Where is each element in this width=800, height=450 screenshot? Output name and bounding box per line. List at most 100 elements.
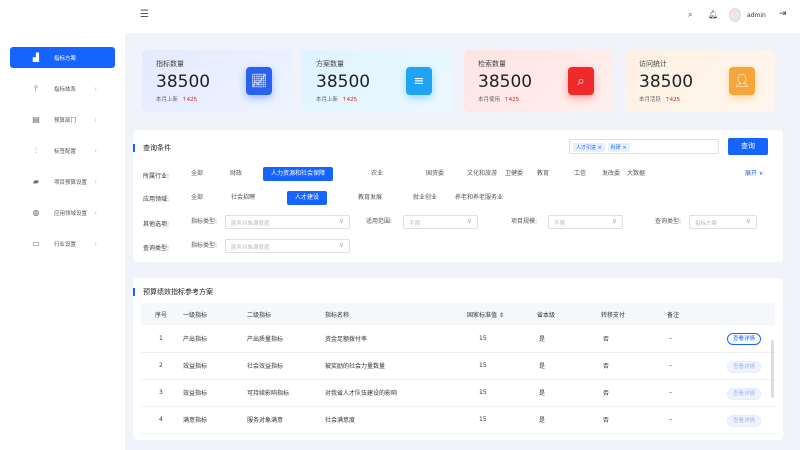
sidebar-item-3[interactable]: ⫶ 标签配置 › (10, 140, 115, 161)
chevron-right-icon: › (94, 239, 97, 248)
table-cell: 对我省人才队伍建设的影响 (325, 379, 467, 407)
table-cell: 可持续影响指标 (247, 379, 325, 407)
industry-option[interactable]: 卫健委 (505, 167, 523, 181)
chevron-right-icon: › (94, 146, 97, 155)
industry-option[interactable]: 全部 (191, 167, 203, 181)
chevron-right-icon: › (94, 115, 97, 124)
filter-label: 适用范围: (366, 218, 393, 225)
view-details-button[interactable]: 查看详情 (727, 360, 762, 373)
sliders-icon: ⫶ (35, 145, 37, 155)
expand-button[interactable]: 展开 ∨ (745, 167, 763, 181)
table-row: 1 产出指标 产出质量指标 资金足额拨付率 15 是否 – 查看详情 (141, 325, 775, 353)
domain-option[interactable]: 就业创业 (413, 191, 437, 205)
query-panel: 查询条件 人才引进 × 科研 × 查询 所属行业: 全部 财政 人力资源和社会保障 农业… (133, 130, 783, 262)
column-header: 转移支付 (601, 303, 667, 325)
filter-select[interactable]: 不限 ∨ (403, 215, 478, 229)
card-sub: 本月使用 (478, 97, 501, 103)
column-header: 二级指标 (247, 303, 325, 325)
table-cell: 是 (537, 352, 601, 380)
column-header[interactable]: 国家标准值 ⇕ (467, 303, 537, 325)
table-cell: 15 (467, 406, 537, 434)
tag-chip[interactable]: 科研 × (607, 143, 630, 152)
domain-option[interactable]: 养老和养老服务业 (455, 191, 503, 205)
table-cell: – (667, 379, 727, 407)
top-header: ☰ ⌕ 🔔︎ admin ⇥ (125, 0, 800, 33)
menu-toggle-icon[interactable]: ☰ (140, 9, 149, 20)
domain-option[interactable]: 教育发展 (358, 191, 382, 205)
domain-option[interactable]: 全部 (191, 191, 203, 205)
card-delta: ↑425 (504, 97, 520, 103)
domain-option[interactable]: 人才建设 (287, 191, 328, 205)
filter-select[interactable]: 指标方案 ∨ (689, 215, 757, 229)
industry-option[interactable]: 教育 (537, 167, 549, 181)
hierarchy-icon: ⫯ (34, 83, 38, 93)
card-sub: 本月上新 (156, 97, 179, 103)
industry-option[interactable]: 国资委 (426, 167, 444, 181)
search-icon[interactable]: ⌕ (688, 10, 692, 20)
sidebar-item-1[interactable]: ⫯ 指标体系 › (10, 78, 115, 99)
industry-option[interactable]: 发改委 (602, 167, 620, 181)
table-cell: 资金足额拨付率 (325, 325, 467, 353)
card-delta: ↑425 (342, 97, 358, 103)
table-cell: 15 (467, 352, 537, 380)
view-details-button[interactable]: 查看详情 (727, 387, 762, 400)
sidebar-item-0[interactable]: ▟ 指标方案 (10, 47, 115, 68)
sidebar-item-6[interactable]: ▭ 行业设置 › (10, 233, 115, 254)
username[interactable]: admin (747, 12, 766, 19)
industry-option[interactable]: 人力资源和社会保障 (263, 167, 334, 181)
table-cell: 2 (141, 352, 183, 380)
query-type-label: 查询类型: (143, 245, 170, 252)
table-cell: 3 (141, 379, 183, 407)
table-cell: 社会满意度 (325, 406, 467, 434)
view-details-button[interactable]: 查看详情 (727, 333, 762, 346)
filter-label: 指标类型: (191, 218, 218, 225)
filter-select[interactable]: 不限 ∨ (548, 215, 623, 229)
table-cell: 是 (537, 406, 601, 434)
column-header (727, 303, 775, 325)
table-cell: 否 (601, 352, 667, 380)
table-cell: 15 (467, 379, 537, 407)
table-cell: 效益指标 (183, 352, 247, 380)
card-sub: 本月上新 (316, 97, 339, 103)
table-cell: 1 (141, 325, 183, 353)
industry-option[interactable]: 农业 (371, 167, 383, 181)
industry-option[interactable]: 工信 (574, 167, 586, 181)
chevron-right-icon: › (94, 208, 97, 217)
filter-label: 指标类型: (191, 242, 218, 249)
industry-option[interactable]: 文化和旅游 (467, 167, 497, 181)
table-row: 4 满意指标 服务对象满意 社会满意度 15 是否 – 查看详情 (141, 406, 775, 434)
sidebar-item-4[interactable]: ▰ 项目预算设置 › (10, 171, 115, 192)
column-header: 备注 (667, 303, 727, 325)
table-cell: 是 (537, 379, 601, 407)
scrollbar[interactable] (771, 340, 774, 398)
column-header: 指标名称 (325, 303, 467, 325)
view-details-button[interactable]: 查看详情 (727, 414, 762, 427)
search-button[interactable]: 查询 (728, 138, 768, 155)
table-cell: 15 (467, 325, 537, 353)
table-row: 2 效益指标 社会效益指标 被奖励的社会力量数量 15 是否 – 查看详情 (141, 352, 775, 380)
table-cell: 4 (141, 406, 183, 434)
avatar[interactable] (729, 8, 741, 22)
filter-select[interactable]: 服务对象满意度 ∨ (225, 215, 350, 229)
industry-option[interactable]: 大数据 (627, 167, 645, 181)
indicator-table: 序号 一级指标 二级指标 指标名称 国家标准值 ⇕ 省本级 转移支付 备注 1 产出指标 产出质量指… (141, 303, 775, 434)
table-panel: 预算绩效指标参考方案 序号 一级指标 二级指标 指标名称 国家标准值 ⇕ 省本级 转移支付备… (133, 278, 783, 440)
industry-option[interactable]: 财政 (230, 167, 242, 181)
sidebar: ▟ 指标方案 ⫯ 指标体系 › ▤ 预算部门 › ⫶ 标签配置 › ▰ 项目预算设置 › ◍ 应用领域设置 › ▭… (0, 0, 125, 450)
domain-option[interactable]: 社会招聘 (231, 191, 255, 205)
stat-card: 访问统计 38500 本月活跃 ↑425 👤︎ (625, 50, 775, 112)
indicator-type-select-2[interactable]: 服务对象满意度 ∨ (225, 239, 350, 253)
table-cell: 否 (601, 379, 667, 407)
logout-icon[interactable]: ⇥ (779, 9, 787, 19)
sidebar-item-2[interactable]: ▤ 预算部门 › (10, 109, 115, 130)
sidebar-item-5[interactable]: ◍ 应用领域设置 › (10, 202, 115, 223)
tag-search-input[interactable]: 人才引进 × 科研 × (569, 139, 719, 154)
sidebar-item-label: 项目预算设置 (54, 179, 88, 186)
bar-chart-icon: ▟ (32, 53, 40, 62)
bell-icon[interactable]: 🔔︎ (708, 10, 718, 19)
table-cell: 产出指标 (183, 325, 247, 353)
card-sub: 本月活跃 (639, 97, 662, 103)
table-cell: 服务对象满意 (247, 406, 325, 434)
tag-chip[interactable]: 人才引进 × (573, 143, 605, 152)
table-cell: 是 (537, 325, 601, 353)
